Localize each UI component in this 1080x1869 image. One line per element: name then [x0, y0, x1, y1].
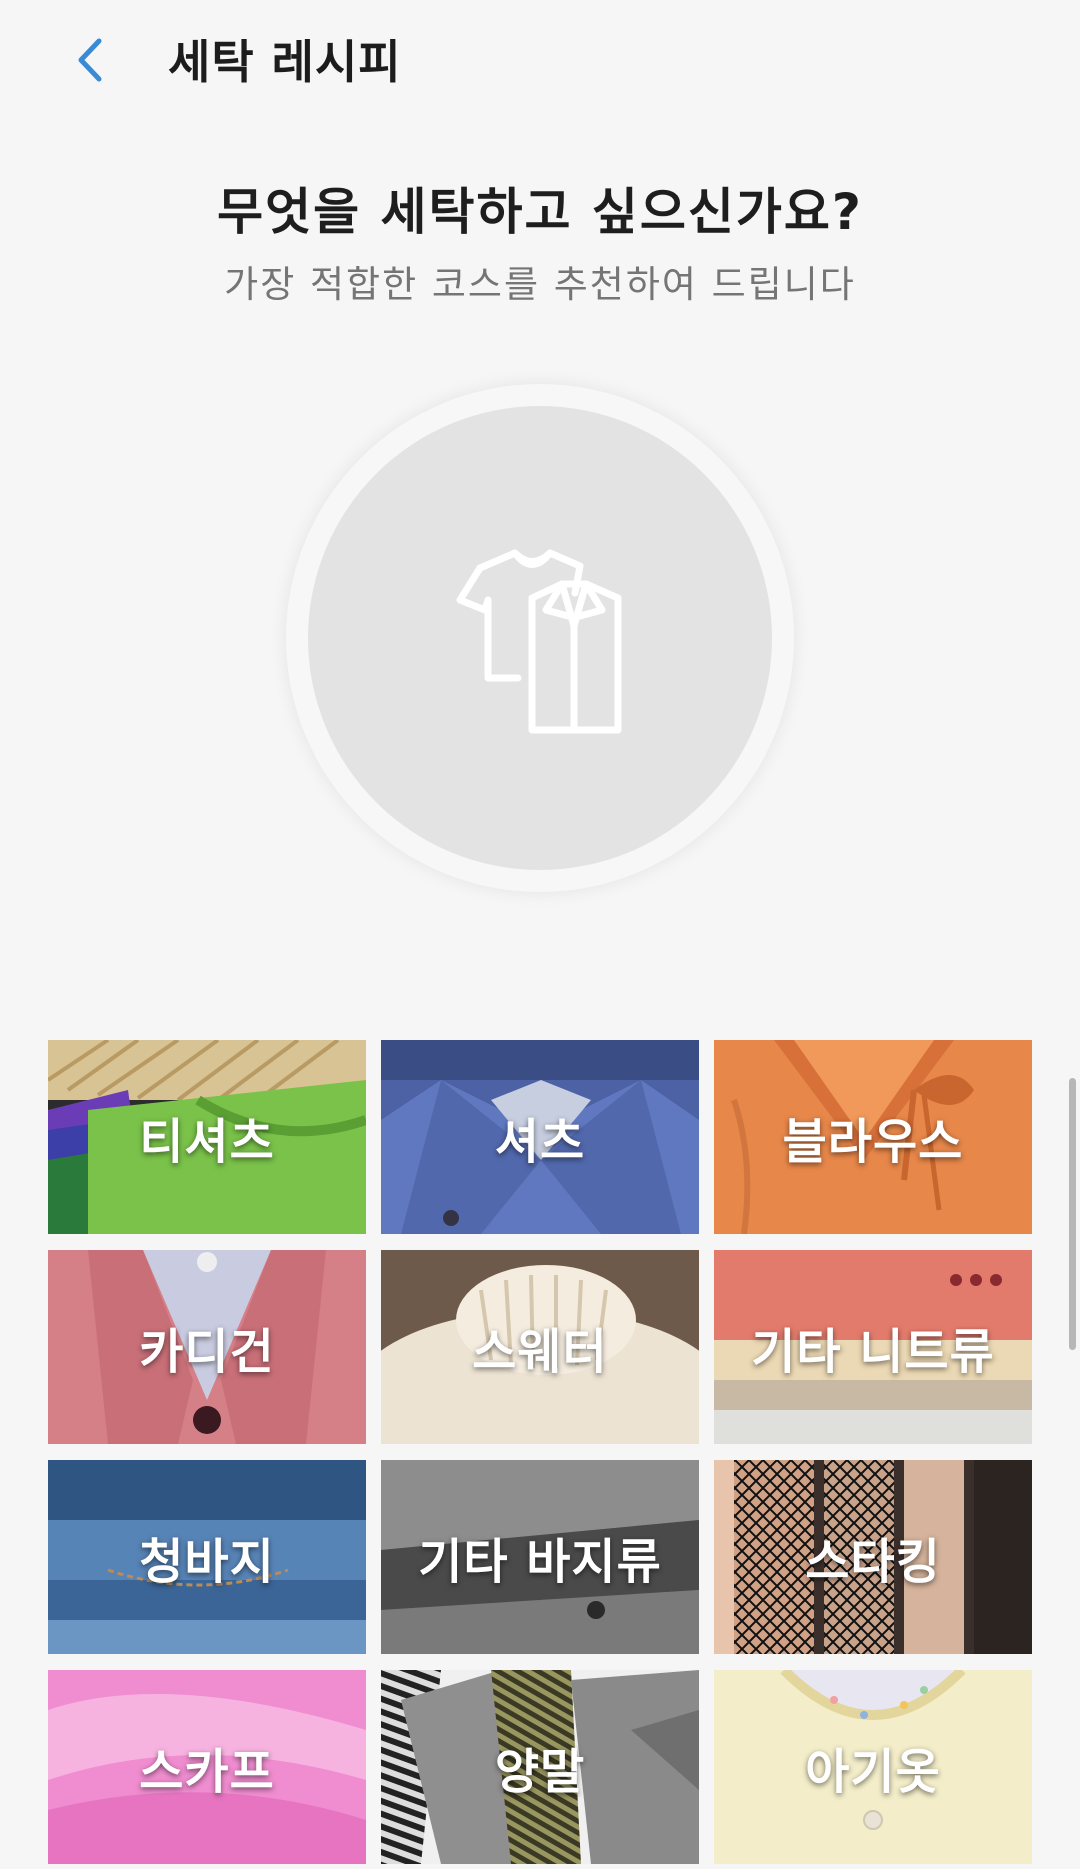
category-label: 블라우스 — [782, 1114, 964, 1170]
category-label: 청바지 — [139, 1534, 275, 1590]
category-label: 아기옷 — [805, 1744, 941, 1800]
category-tile-tshirt[interactable]: 티셔츠 — [48, 1040, 366, 1234]
category-tile-stockings[interactable]: 스타킹 — [714, 1460, 1032, 1654]
category-label: 카디건 — [139, 1324, 275, 1380]
category-grid: 티셔츠 셔츠 블라우스 카디건 스웨터 기타 니트류 청바지 기타 바지류 스타… — [48, 1040, 1032, 1864]
app-header: 세탁 레시피 — [0, 0, 1080, 120]
question-heading: 무엇을 세탁하고 싶으신가요? — [217, 183, 863, 241]
category-tile-cardigan[interactable]: 카디건 — [48, 1250, 366, 1444]
category-tile-other-pants[interactable]: 기타 바지류 — [381, 1460, 699, 1654]
category-label: 스웨터 — [472, 1324, 608, 1380]
category-tile-blouse[interactable]: 블라우스 — [714, 1040, 1032, 1234]
back-button[interactable] — [60, 20, 120, 100]
category-label: 기타 바지류 — [418, 1534, 662, 1590]
subtitle-text: 가장 적합한 코스를 추천하여 드립니다 — [224, 263, 856, 306]
selection-circle — [286, 384, 794, 892]
category-tile-other-knit[interactable]: 기타 니트류 — [714, 1250, 1032, 1444]
category-label: 스카프 — [139, 1744, 275, 1800]
category-tile-shirt[interactable]: 셔츠 — [381, 1040, 699, 1234]
chevron-left-icon — [78, 38, 102, 82]
category-label: 기타 니트류 — [751, 1324, 995, 1380]
category-tile-baby-clothes[interactable]: 아기옷 — [714, 1670, 1032, 1864]
category-label: 스타킹 — [805, 1534, 941, 1590]
category-label: 셔츠 — [494, 1114, 586, 1170]
scrollbar[interactable] — [1069, 1078, 1076, 1350]
category-tile-socks[interactable]: 양말 — [381, 1670, 699, 1864]
category-label: 티셔츠 — [139, 1114, 275, 1170]
category-tile-jeans[interactable]: 청바지 — [48, 1460, 366, 1654]
category-label: 양말 — [494, 1744, 586, 1800]
clothes-icon — [456, 549, 622, 734]
page-title: 세탁 레시피 — [168, 35, 402, 89]
category-tile-sweater[interactable]: 스웨터 — [381, 1250, 699, 1444]
selection-circle-inner — [308, 406, 772, 870]
category-tile-scarf[interactable]: 스카프 — [48, 1670, 366, 1864]
